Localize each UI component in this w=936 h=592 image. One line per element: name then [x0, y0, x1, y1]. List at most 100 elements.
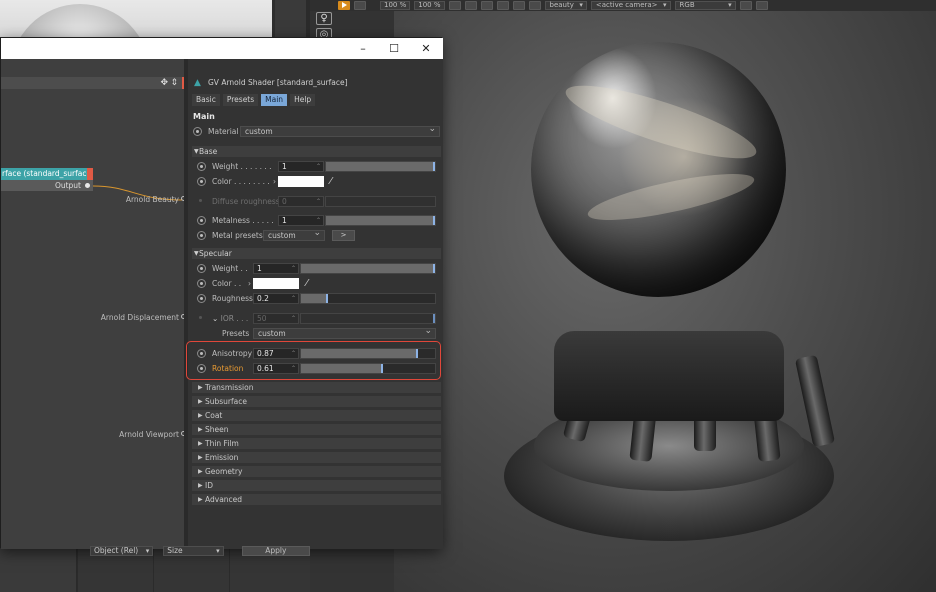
group-geometry[interactable]: ▶ Geometry [192, 466, 441, 477]
base-color-radio[interactable] [197, 177, 206, 186]
tab-main[interactable]: Main [261, 94, 288, 106]
node-graph[interactable]: ✥ ⇕ rface (standard_surface) Output Arno… [1, 59, 188, 549]
base-weight-slider[interactable] [325, 161, 436, 172]
apply-button[interactable]: Apply [241, 546, 310, 556]
group-id[interactable]: ▶ ID [192, 480, 441, 491]
size-mode-select[interactable]: Size [163, 546, 224, 556]
specular-roughness-radio[interactable] [197, 294, 206, 303]
metal-presets-radio[interactable] [197, 231, 206, 240]
zoom-field-1[interactable]: 100 % [380, 1, 411, 10]
colorspace-select[interactable]: RGB [674, 1, 736, 10]
group-emission[interactable]: ▶ Emission [192, 452, 441, 463]
metal-presets-apply-button[interactable]: > [332, 230, 355, 241]
metalness-field[interactable]: 1 ⌃ [278, 215, 324, 226]
one-to-one-icon[interactable] [528, 1, 541, 10]
tab-presets[interactable]: Presets [222, 94, 259, 106]
specular-weight-slider[interactable] [300, 263, 436, 274]
tab-help[interactable]: Help [290, 94, 316, 106]
input-arnold-beauty: Arnold Beauty [125, 195, 179, 204]
group-subsurface[interactable]: ▶ Subsurface [192, 396, 441, 407]
diffuse-roughness-label: Diffuse roughness [212, 197, 280, 206]
group-thin-film[interactable]: ▶ Thin Film [192, 438, 441, 449]
window-titlebar[interactable]: – ☐ ✕ [1, 38, 443, 59]
diffuse-roughness-slider[interactable] [325, 196, 436, 207]
expand-arrow-icon[interactable]: › [248, 277, 251, 290]
metal-presets-select[interactable]: custom [263, 229, 325, 241]
material-select[interactable]: custom [240, 125, 440, 137]
expand-arrow-icon[interactable]: › [273, 175, 276, 188]
slider-handle[interactable] [433, 314, 435, 323]
specular-color-row: Color . . › ⁄ [188, 277, 443, 290]
output-port[interactable] [85, 183, 90, 188]
spinner-icon[interactable]: ⌃ [291, 314, 296, 323]
base-group-header[interactable]: ▼ Base [192, 146, 441, 157]
eyedropper-icon[interactable]: ⁄ [330, 175, 332, 188]
specular-group-header[interactable]: ▼ Specular [192, 248, 441, 259]
input-arnold-displacement: Arnold Displacement [100, 313, 179, 322]
expand-triangle-icon: ▶ [198, 482, 203, 489]
specular-color-swatch[interactable] [253, 278, 299, 289]
grid-icon[interactable] [464, 1, 477, 10]
ior-field[interactable]: 50 ⌃ [253, 313, 299, 324]
snapshot-icon[interactable] [496, 1, 509, 10]
group-advanced[interactable]: ▶ Advanced [192, 494, 441, 505]
material-animate-radio[interactable] [193, 127, 202, 136]
metalness-slider[interactable] [325, 215, 436, 226]
slider-handle[interactable] [433, 216, 435, 225]
spinner-icon[interactable]: ⌃ [316, 197, 321, 206]
base-color-swatch[interactable] [278, 176, 324, 187]
group-label: Advanced [205, 495, 243, 504]
specular-presets-select[interactable]: custom [253, 327, 436, 339]
specular-color-label: Color . . [212, 279, 242, 288]
eyedropper-icon[interactable]: ⁄ [306, 277, 308, 290]
minimize-button[interactable]: – [347, 38, 379, 59]
slider-handle[interactable] [433, 264, 435, 273]
specular-presets-row: Presets custom [188, 327, 443, 340]
pause-icon[interactable] [354, 1, 366, 10]
render-viewport[interactable] [394, 11, 936, 592]
diffuse-roughness-field[interactable]: 0 ⌃ [278, 196, 324, 207]
ior-chevron-icon[interactable]: ⌄ [212, 314, 221, 323]
specular-color-radio[interactable] [197, 279, 206, 288]
compare-icon[interactable] [480, 1, 493, 10]
spinner-icon[interactable]: ⌃ [291, 264, 296, 273]
brush-icon[interactable] [512, 1, 525, 10]
aov-select[interactable]: beauty [544, 1, 587, 10]
metalness-value: 1 [282, 216, 287, 225]
specular-roughness-slider[interactable] [300, 293, 436, 304]
camera-select[interactable]: <active camera> [590, 1, 671, 10]
lock-icon[interactable] [739, 1, 752, 10]
spinner-icon[interactable]: ⌃ [316, 216, 321, 225]
slider-handle[interactable] [433, 162, 435, 171]
spinner-icon[interactable]: ⌃ [291, 294, 296, 303]
group-sheen[interactable]: ▶ Sheen [192, 424, 441, 435]
metalness-row: Metalness . . . . . 1 ⌃ [188, 214, 443, 227]
specular-roughness-field[interactable]: 0.2 ⌃ [253, 293, 299, 304]
metalness-radio[interactable] [197, 216, 206, 225]
move-icon[interactable]: ✥ [160, 77, 168, 89]
tab-basic[interactable]: Basic [192, 94, 220, 106]
spinner-icon[interactable]: ⌃ [316, 162, 321, 171]
slider-fill [326, 162, 433, 171]
specular-weight-field[interactable]: 1 ⌃ [253, 263, 299, 274]
specular-ior-row: ⌄ IOR . . . 50 ⌃ [188, 312, 443, 325]
light-bulb-icon[interactable]: ♀ [316, 12, 332, 25]
save-image-icon[interactable] [755, 1, 768, 10]
coordinate-mode-select[interactable]: Object (Rel) [90, 546, 154, 556]
base-weight-value: 1 [282, 162, 287, 171]
maximize-button[interactable]: ☐ [378, 38, 410, 59]
zoom-field-2[interactable]: 100 % [414, 1, 445, 10]
group-transmission[interactable]: ▶ Transmission [192, 382, 441, 393]
group-coat[interactable]: ▶ Coat [192, 410, 441, 421]
slider-handle[interactable] [326, 294, 328, 303]
standard-surface-node[interactable]: rface (standard_surface) Output [1, 168, 93, 194]
specular-weight-radio[interactable] [197, 264, 206, 273]
specular-roughness-label: Roughness [212, 294, 253, 303]
base-weight-radio[interactable] [197, 162, 206, 171]
close-button[interactable]: ✕ [410, 38, 442, 59]
region-icon[interactable] [448, 1, 461, 10]
base-weight-field[interactable]: 1 ⌃ [278, 161, 324, 172]
render-play-icon[interactable] [338, 1, 350, 10]
ior-slider[interactable] [300, 313, 436, 324]
pin-icon[interactable]: ⇕ [170, 77, 178, 89]
